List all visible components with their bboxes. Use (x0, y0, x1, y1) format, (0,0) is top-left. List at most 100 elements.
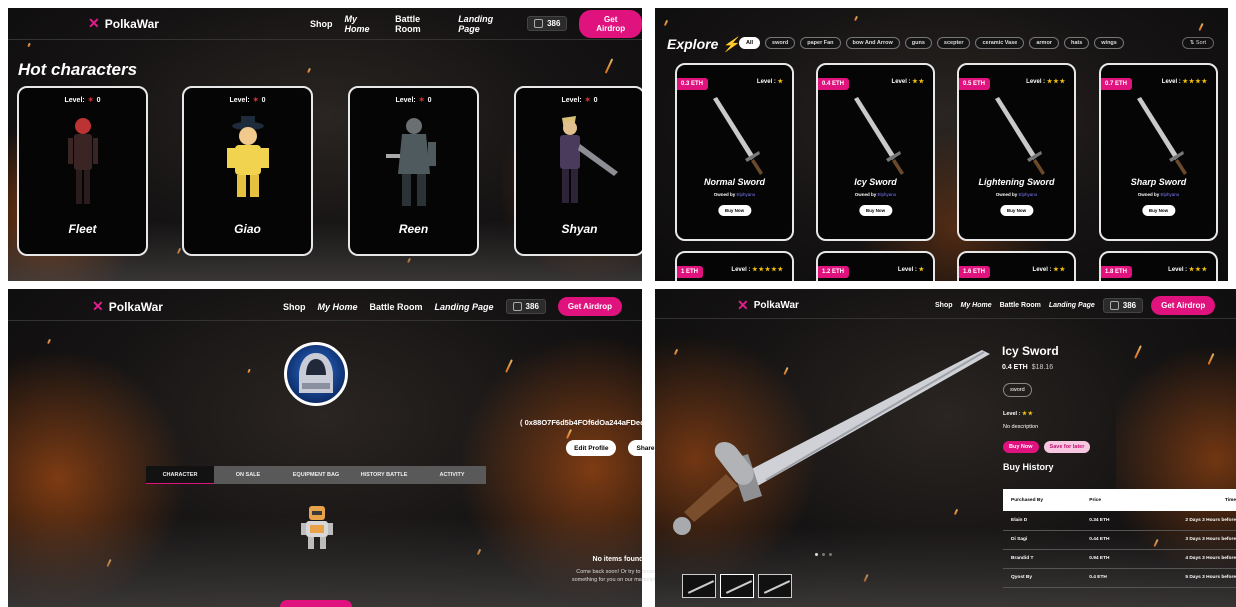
filter-ceramic-vase[interactable]: ceramic Vase (975, 37, 1025, 49)
balance-value: 386 (547, 19, 561, 28)
star-rating-icon: ★★★★ (1182, 79, 1208, 85)
edit-profile-button[interactable]: Edit Profile (566, 440, 617, 456)
filter-all[interactable]: All (739, 37, 761, 49)
time-cell: 2 Days 3 Hours before (1140, 511, 1236, 531)
nav-landing-page[interactable]: Landing Page (435, 302, 494, 312)
item-card[interactable]: 1.8 ETH Level : ★★★ (1099, 251, 1218, 281)
browse-marketplace-button[interactable] (280, 600, 352, 607)
logo[interactable]: ✕ PolkaWar (92, 298, 163, 315)
item-card[interactable]: 0.3 ETH Level : ★ Normal Sword Owned by … (675, 63, 794, 241)
nav-shop[interactable]: Shop (310, 19, 333, 29)
column-header: Purchased By (1003, 489, 1082, 511)
filter-bow-and-arrow[interactable]: bow And Arrow (845, 37, 900, 49)
nav-shop[interactable]: Shop (283, 302, 306, 312)
filter-chips: All sword paper Fan bow And Arrow guns s… (739, 37, 1124, 49)
item-level: Level : ★★★ (1168, 267, 1208, 273)
price-cell: 0.44 ETH (1081, 530, 1141, 550)
item-level: Level : ★★★★ (1161, 79, 1208, 85)
buy-now-button[interactable]: Buy Now (1141, 205, 1176, 216)
nav-battle-room[interactable]: Battle Room (370, 302, 423, 312)
carousel-dot[interactable] (822, 553, 825, 556)
nav-my-home[interactable]: My Home (345, 14, 384, 34)
hooded-figure-icon (299, 353, 333, 393)
balance-chip[interactable]: 386 (1102, 298, 1144, 313)
explore-panel: Explore ⚡ All sword paper Fan bow And Arr… (655, 8, 1228, 281)
buy-now-button[interactable]: Buy Now (1003, 441, 1039, 453)
balance-chip[interactable]: 386 (505, 299, 546, 314)
sword-icon (995, 97, 1045, 175)
tab-on-sale[interactable]: ON SALE (214, 466, 282, 484)
nav-battle-room[interactable]: Battle Room (395, 14, 446, 34)
character-card[interactable]: Level: ✶ 0 Giao (182, 86, 313, 256)
item-card[interactable]: 1.6 ETH Level : ★★ (957, 251, 1076, 281)
item-level: Level : ★★★★★ (731, 267, 784, 273)
nav-landing-page[interactable]: Landing Page (458, 14, 515, 34)
lightning-icon: ⚡ (722, 36, 740, 52)
sort-button[interactable]: ⇅ Sort (1181, 37, 1214, 49)
hot-characters-panel: ✕ PolkaWar Shop My Home Battle Room Land… (8, 8, 642, 281)
item-card[interactable]: 1 ETH Level : ★★★★★ (675, 251, 794, 281)
thumbnail[interactable] (720, 574, 754, 598)
character-level: Level: ✶ 0 (561, 97, 598, 104)
filter-hats[interactable]: hats (1063, 37, 1090, 49)
item-name: Normal Sword (703, 177, 765, 187)
star-rating-icon: ★★★ (1046, 79, 1066, 85)
filter-paper-fan[interactable]: paper Fan (800, 37, 841, 49)
column-header: Price (1081, 489, 1141, 511)
nav-my-home[interactable]: My Home (961, 302, 992, 309)
item-card[interactable]: 0.5 ETH Level : ★★★ Lightening Sword Own… (957, 63, 1076, 241)
buyer-cell: Di Sagi (1003, 530, 1082, 550)
logo[interactable]: ✕ PolkaWar (737, 297, 799, 314)
item-card[interactable]: 0.4 ETH Level : ★★ Icy Sword Owned by El… (816, 63, 935, 241)
tab-activity[interactable]: ACTIVITY (418, 466, 486, 484)
character-figure-icon (559, 116, 618, 203)
table-row: Brandid T 0.94 ETH 4 Days 3 Hours before (1003, 549, 1236, 569)
carousel-dot[interactable] (815, 553, 818, 556)
thumbnail[interactable] (682, 574, 716, 598)
buy-history-title: Buy History (1003, 462, 1054, 472)
balance-chip[interactable]: 386 (527, 16, 568, 31)
save-for-later-button[interactable]: Save for later (1043, 441, 1091, 453)
character-name: Reen (398, 222, 429, 236)
filter-armor[interactable]: armor (1029, 37, 1059, 49)
carousel-dots (815, 553, 832, 556)
wallet-icon (512, 302, 522, 311)
tab-history-battle[interactable]: HISTORY BATTLE (350, 466, 418, 484)
nav-landing-page[interactable]: Landing Page (1049, 302, 1095, 309)
buyer-cell: Elain D (1003, 511, 1082, 531)
nav-shop[interactable]: Shop (935, 302, 953, 309)
nav-battle-room[interactable]: Battle Room (1000, 302, 1041, 309)
character-card[interactable]: Level: ✶ 0 Fleet (17, 86, 148, 256)
get-airdrop-button[interactable]: Get Airdrop (557, 297, 623, 316)
carousel-dot[interactable] (829, 553, 832, 556)
filter-scepter[interactable]: scepter (936, 37, 971, 49)
item-owner: Owned by Elphyano (854, 192, 897, 197)
wallet-icon (1109, 301, 1119, 310)
tab-character[interactable]: CHARACTER (146, 466, 214, 484)
item-level: Level : ★ (756, 79, 784, 85)
character-card[interactable]: Level: ✶ 0 Reen (348, 86, 479, 256)
buy-now-button[interactable]: Buy Now (858, 205, 893, 216)
item-card[interactable]: 0.7 ETH Level : ★★★★ Sharp Sword Owned b… (1099, 63, 1218, 241)
get-airdrop-button[interactable]: Get Airdrop (1151, 296, 1216, 315)
avatar[interactable] (284, 342, 348, 406)
filter-wings[interactable]: wings (1094, 37, 1124, 49)
star-rating-icon: ★★ (1053, 267, 1066, 273)
nav-my-home[interactable]: My Home (318, 302, 358, 312)
profile-tabs: CHARACTER ON SALE EQUIPMENT BAG HISTORY … (146, 466, 486, 484)
logo[interactable]: ✕ PolkaWar (88, 15, 159, 32)
filter-guns[interactable]: guns (904, 37, 932, 49)
thumbnail[interactable] (758, 574, 792, 598)
item-card[interactable]: 1.2 ETH Level : ★ (816, 251, 935, 281)
item-level: Level : ★★ (1003, 411, 1034, 417)
get-airdrop-button[interactable]: Get Airdrop (579, 9, 642, 38)
character-card[interactable]: Level: ✶ 0 Shyan (514, 86, 642, 256)
filter-sword[interactable]: sword (765, 37, 796, 49)
buy-now-button[interactable]: Buy Now (999, 205, 1034, 216)
item-price: 0.4 ETH $18.16 (1002, 364, 1054, 371)
buyer-cell: Brandid T (1003, 549, 1082, 569)
tab-equipment-bag[interactable]: EQUIPMENT BAG (282, 466, 350, 484)
buy-now-button[interactable]: Buy Now (717, 205, 752, 216)
table-header: Purchased By Price Time (1003, 489, 1236, 511)
level-badge-icon: ✶ (87, 97, 94, 104)
